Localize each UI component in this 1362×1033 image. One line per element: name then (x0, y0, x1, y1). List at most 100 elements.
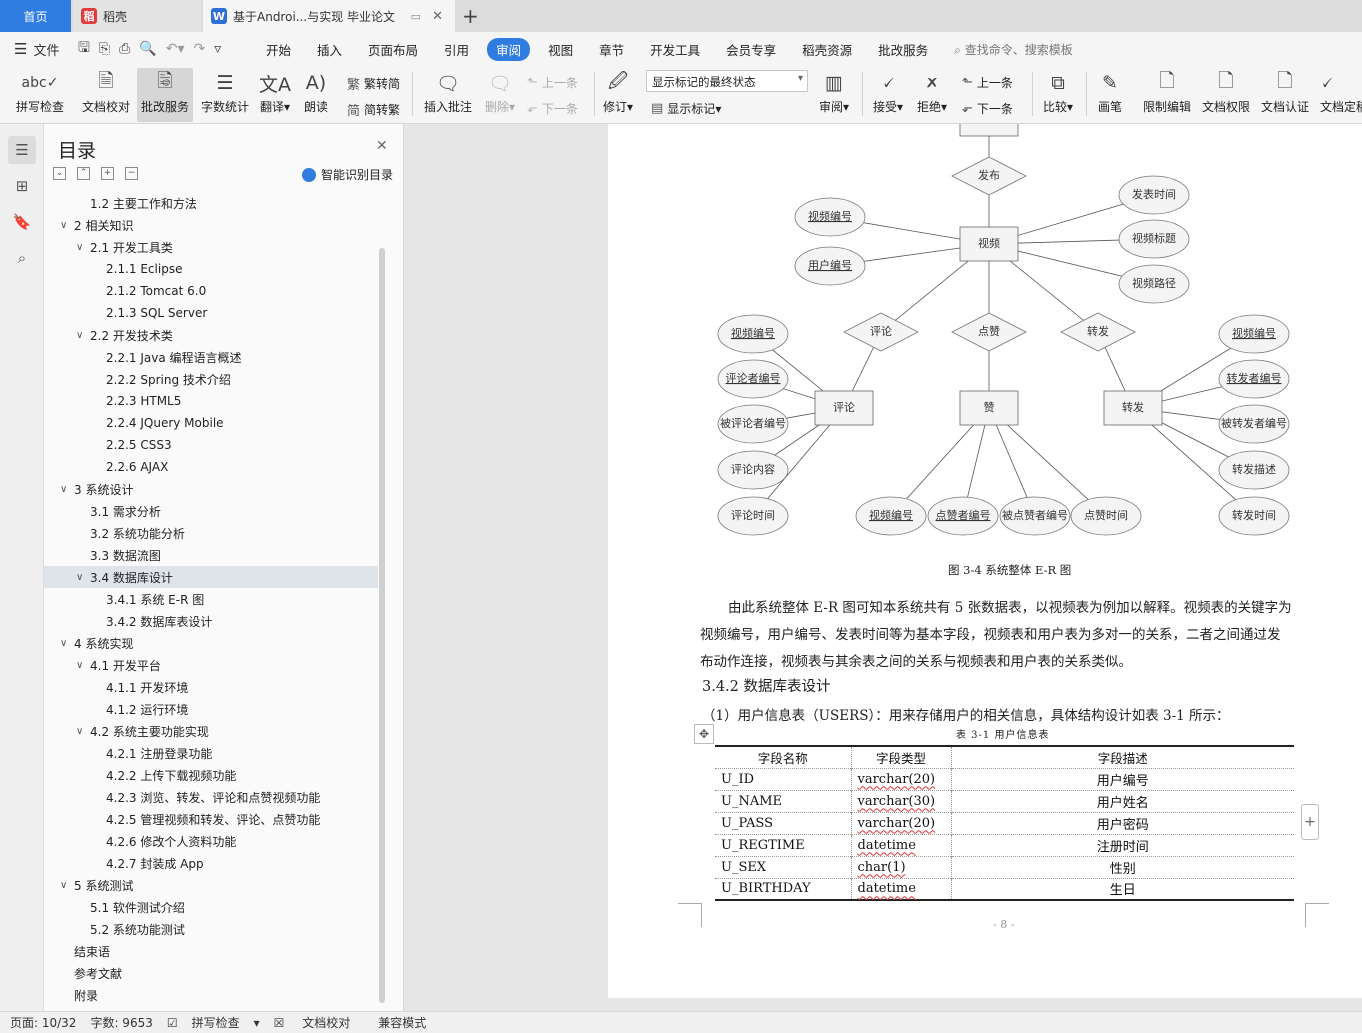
toc-item[interactable]: ∨ 3 系统设计 (44, 478, 378, 500)
compare-button[interactable]: ⧉ 比较▾ (1038, 68, 1078, 122)
table-cell[interactable]: 用户编号 (950, 767, 1294, 790)
chevron-down-icon[interactable]: ∨ (76, 660, 83, 671)
chevron-down-icon[interactable]: ∨ (76, 242, 83, 253)
table-cell[interactable]: 用户姓名 (950, 789, 1294, 812)
toc-item[interactable]: 2.1.3 SQL Server (44, 302, 378, 324)
add-column-icon[interactable]: + (1301, 804, 1319, 840)
menu-view[interactable]: 视图 (548, 40, 573, 59)
add-item-icon[interactable]: + (101, 167, 114, 180)
menu-start[interactable]: 开始 (266, 40, 291, 59)
table-cell[interactable]: U_PASS (715, 811, 851, 834)
review-pane-button[interactable]: ▥ 审阅▾ (814, 68, 854, 122)
table-cell[interactable]: U_SEX (715, 855, 851, 878)
table-cell[interactable]: U_ID (715, 767, 851, 790)
remove-item-icon[interactable]: − (125, 167, 138, 180)
doc-permission-button[interactable]: 🗋 文档权限 (1199, 68, 1253, 122)
toc-item[interactable]: 3.4.2 数据库表设计 (44, 610, 378, 632)
toc-item[interactable]: ∨ 4 系统实现 (44, 632, 378, 654)
new-tab-icon[interactable]: + (462, 4, 479, 28)
chevron-down-icon[interactable]: ∨ (60, 220, 67, 231)
toc-item[interactable]: 2.2.3 HTML5 (44, 390, 378, 412)
toc-item[interactable]: 2.2.2 Spring 技术介绍 (44, 368, 378, 390)
toc-item[interactable]: 4.2.5 管理视频和转发、评论、点赞功能 (44, 808, 378, 830)
doc-auth-button[interactable]: 🗋 文档认证 (1258, 68, 1312, 122)
table-cell[interactable]: varchar(20) (850, 811, 951, 834)
toc-item[interactable]: ∨ 5 系统测试 (44, 874, 378, 896)
chevron-down-icon[interactable]: ∨ (76, 330, 83, 341)
undo-icon[interactable]: ↶▾ (166, 41, 185, 57)
table-cell[interactable]: varchar(20) (850, 767, 951, 790)
menu-daoke-resources[interactable]: 稻壳资源 (802, 40, 852, 59)
table-cell[interactable]: U_BIRTHDAY (715, 877, 851, 901)
toc-item[interactable]: 结束语 (44, 940, 378, 962)
chevron-down-icon[interactable]: ∨ (60, 484, 67, 495)
menu-section[interactable]: 章节 (599, 40, 624, 59)
toc-item[interactable]: 3.2 系统功能分析 (44, 522, 378, 544)
spell-check-status[interactable]: ☑ 拼写检查 ▾ (167, 1014, 260, 1031)
print-icon[interactable]: ⎙ (119, 41, 130, 57)
menu-reference[interactable]: 引用 (444, 40, 469, 59)
table-cell[interactable]: datetime (850, 877, 951, 901)
pin-icon[interactable]: ▭ (411, 10, 421, 23)
table-header-cell[interactable]: 字段描述 (950, 745, 1294, 768)
redo-icon[interactable]: ↷ (194, 41, 206, 57)
toc-panel-icon[interactable]: ☰ (8, 136, 36, 164)
revise-button[interactable]: 🖉 修订▾ (600, 68, 636, 122)
chevron-down-icon[interactable]: ∨ (76, 726, 83, 737)
toc-item[interactable]: 4.1.1 开发环境 (44, 676, 378, 698)
word-count-indicator[interactable]: 字数: 9653 (90, 1014, 152, 1031)
toc-item[interactable]: 3.1 需求分析 (44, 500, 378, 522)
toc-item[interactable]: 3.3 数据流图 (44, 544, 378, 566)
expand-up-icon[interactable]: ⌃ (77, 167, 90, 180)
delete-comment-button[interactable]: 🗨 删除▾ (480, 68, 520, 122)
prev-change-button[interactable]: ⬑ 上一条 (962, 74, 1013, 91)
toc-item[interactable]: 2.2.5 CSS3 (44, 434, 378, 456)
file-menu[interactable]: ☰ 文件 (0, 40, 70, 59)
menu-member[interactable]: 会员专享 (726, 40, 776, 59)
trad-to-simp-button[interactable]: 繁繁转简 (347, 74, 400, 93)
revise-service-button[interactable]: 🗟 批改服务 (137, 68, 193, 122)
pen-button[interactable]: ✎ 画笔 (1092, 68, 1128, 122)
search-icon[interactable]: ⌕ (8, 244, 36, 272)
toc-item[interactable]: 3.4.1 系统 E-R 图 (44, 588, 378, 610)
doc-final-button[interactable]: 🗸 文档定稿 (1320, 68, 1362, 122)
next-change-button[interactable]: ⬐ 下一条 (962, 100, 1013, 117)
tab-daoke[interactable]: 稻 稻壳 (73, 0, 201, 32)
menu-layout[interactable]: 页面布局 (368, 40, 418, 59)
toc-item[interactable]: 5.2 系统功能测试 (44, 918, 378, 940)
table-cell[interactable]: 注册时间 (950, 833, 1294, 856)
toc-item[interactable]: 2.1.2 Tomcat 6.0 (44, 280, 378, 302)
menu-insert[interactable]: 插入 (317, 40, 342, 59)
table-header-cell[interactable]: 字段名称 (715, 745, 851, 768)
toc-item[interactable]: ∨ 4.2 系统主要功能实现 (44, 720, 378, 742)
read-aloud-button[interactable]: A) 朗读 (298, 68, 334, 122)
toc-item[interactable]: 5.1 软件测试介绍 (44, 896, 378, 918)
toc-item[interactable]: 4.2.3 浏览、转发、评论和点赞视频功能 (44, 786, 378, 808)
menu-revise-service[interactable]: 批改服务 (878, 40, 928, 59)
spell-check-button[interactable]: abc✓ 拼写检查 (8, 68, 72, 122)
toc-item[interactable]: ∨ 2.2 开发技术类 (44, 324, 378, 346)
chevron-down-icon[interactable]: ∨ (76, 572, 83, 583)
prev-comment-button[interactable]: ⬑ 上一条 (527, 74, 578, 91)
save-icon[interactable]: 🖫 (78, 37, 90, 61)
table-cell[interactable]: 性别 (950, 855, 1294, 878)
table-cell[interactable]: varchar(30) (850, 789, 951, 812)
toc-item[interactable]: 2.2.6 AJAX (44, 456, 378, 478)
toc-item[interactable]: ∨ 4.1 开发平台 (44, 654, 378, 676)
show-markup-button[interactable]: ▤ 显示标记 ▾ (651, 100, 721, 117)
close-tab-icon[interactable]: ✕ (432, 9, 443, 24)
collapse-all-icon[interactable]: ⌄ (53, 167, 66, 180)
toc-item[interactable]: 4.1.2 运行环境 (44, 698, 378, 720)
close-icon[interactable]: ✕ (376, 138, 388, 154)
simp-to-trad-button[interactable]: 简简转繁 (347, 100, 400, 119)
proofread-status[interactable]: ☒ 文档校对 (274, 1014, 365, 1031)
tab-home[interactable]: 首页 (0, 0, 71, 32)
toc-item[interactable]: 1.2 主要工作和方法 (44, 192, 378, 214)
toc-item[interactable]: 4.2.6 修改个人资料功能 (44, 830, 378, 852)
restrict-edit-button[interactable]: 🗋 限制编辑 (1140, 68, 1194, 122)
doc-proofread-button[interactable]: 🗎 文档校对 (78, 68, 134, 122)
chapter-nav-icon[interactable]: ⊞ (8, 172, 36, 200)
print-preview-icon[interactable]: 🔍 (139, 41, 156, 57)
command-search[interactable]: ⌕ 查找命令、搜索模板 (954, 41, 1073, 58)
toc-item[interactable]: ∨ 3.4 数据库设计 (44, 566, 378, 588)
